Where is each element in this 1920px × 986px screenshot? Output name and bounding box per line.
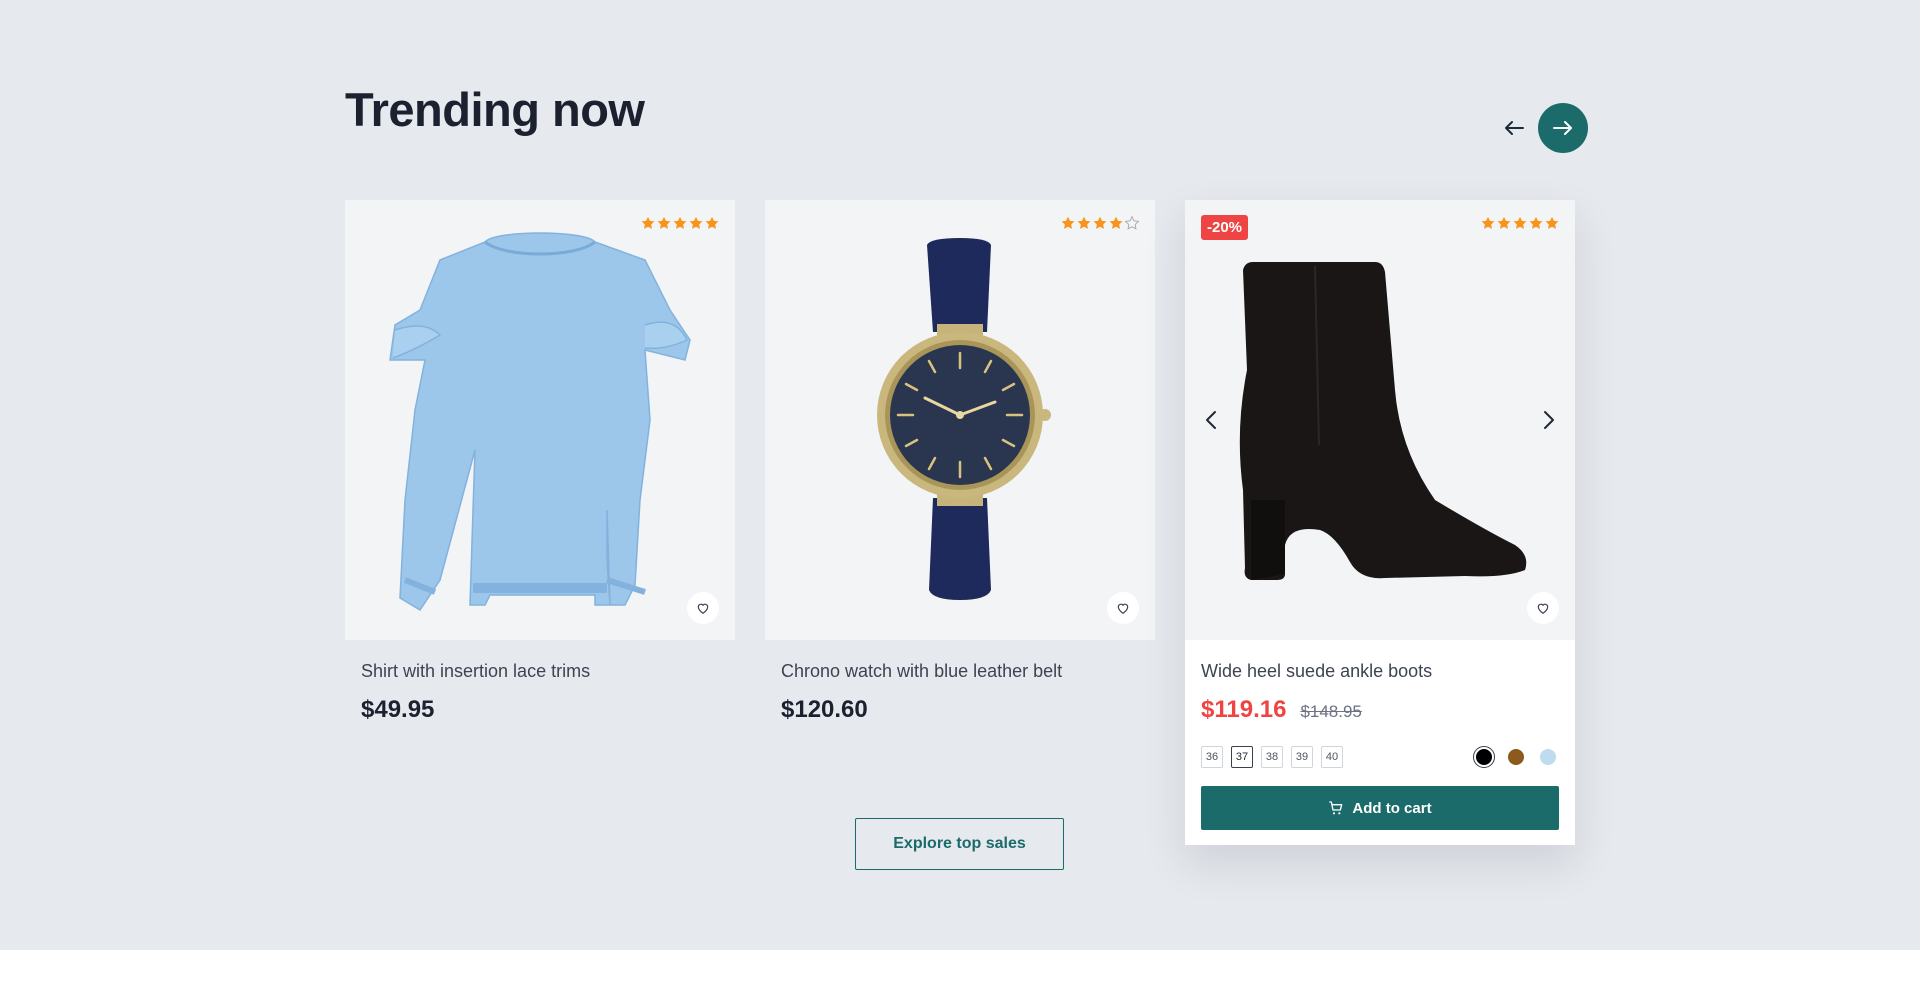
chevron-left-icon <box>1206 411 1216 429</box>
product-card-expanded[interactable]: -20% Wide heel suede ankle boots $119.16 <box>1185 200 1575 845</box>
product-name[interactable]: Chrono watch with blue leather belt <box>781 660 1139 682</box>
size-option[interactable]: 36 <box>1201 746 1223 768</box>
star-empty-icon <box>1125 216 1139 230</box>
color-swatch-black[interactable] <box>1473 746 1495 768</box>
chevron-right-icon <box>1544 411 1554 429</box>
product-image-area[interactable] <box>345 200 735 640</box>
heart-icon <box>1117 603 1129 614</box>
original-price: $148.95 <box>1300 702 1362 721</box>
color-swatch-brown[interactable] <box>1505 746 1527 768</box>
size-option[interactable]: 38 <box>1261 746 1283 768</box>
star-icon <box>1093 216 1107 229</box>
star-icon <box>1497 216 1511 229</box>
product-card[interactable]: Chrono watch with blue leather belt $120… <box>765 200 1155 724</box>
size-option[interactable]: 39 <box>1291 746 1313 768</box>
color-swatch-light-blue[interactable] <box>1537 746 1559 768</box>
ankle-boot-image <box>1239 262 1527 580</box>
size-option[interactable]: 40 <box>1321 746 1343 768</box>
color-selector <box>1473 746 1559 768</box>
watch-image <box>877 238 1051 600</box>
sweatshirt-image <box>389 232 691 612</box>
product-price: $49.95 <box>361 696 435 723</box>
heart-icon <box>1537 603 1549 614</box>
trending-section: Trending now Shirt with insertion lace t… <box>0 0 1920 950</box>
star-icon <box>1061 216 1075 229</box>
rating-stars <box>1061 216 1139 230</box>
sale-price: $119.16 <box>1201 696 1287 723</box>
wishlist-button[interactable] <box>687 592 719 624</box>
product-name[interactable]: Shirt with insertion lace trims <box>361 660 719 682</box>
carousel-next-button[interactable] <box>1538 103 1588 153</box>
explore-top-sales-button[interactable]: Explore top sales <box>855 818 1064 870</box>
product-image-area[interactable] <box>765 200 1155 640</box>
star-icon <box>1545 216 1559 229</box>
section-title: Trending now <box>345 83 645 136</box>
wishlist-button[interactable] <box>1527 592 1559 624</box>
wishlist-button[interactable] <box>1107 592 1139 624</box>
star-icon <box>673 216 687 229</box>
arrow-right-icon <box>1553 121 1572 135</box>
star-icon <box>1513 216 1527 229</box>
gallery-next-button[interactable] <box>1537 404 1561 436</box>
arrow-left-icon <box>1505 121 1524 135</box>
product-image-area[interactable]: -20% <box>1185 200 1575 640</box>
star-icon <box>689 216 703 229</box>
cart-icon <box>1329 801 1343 815</box>
gallery-prev-button[interactable] <box>1199 404 1223 436</box>
heart-icon <box>697 603 709 614</box>
size-selector: 36 37 38 39 40 <box>1201 746 1343 768</box>
product-name[interactable]: Wide heel suede ankle boots <box>1201 660 1559 682</box>
rating-stars <box>641 216 719 230</box>
star-icon <box>1077 216 1091 229</box>
add-to-cart-label: Add to cart <box>1352 799 1432 817</box>
add-to-cart-button[interactable]: Add to cart <box>1201 786 1559 830</box>
product-card[interactable]: Shirt with insertion lace trims $49.95 <box>345 200 735 724</box>
discount-badge: -20% <box>1201 215 1249 240</box>
star-icon <box>1529 216 1543 229</box>
star-icon <box>1481 216 1495 229</box>
star-icon <box>657 216 671 229</box>
carousel-prev-button[interactable] <box>1494 110 1534 146</box>
product-price: $120.60 <box>781 696 868 723</box>
star-icon <box>705 216 719 229</box>
rating-stars <box>1481 216 1559 230</box>
star-icon <box>1109 216 1123 229</box>
size-option-selected[interactable]: 37 <box>1231 746 1253 768</box>
star-icon <box>641 216 655 229</box>
